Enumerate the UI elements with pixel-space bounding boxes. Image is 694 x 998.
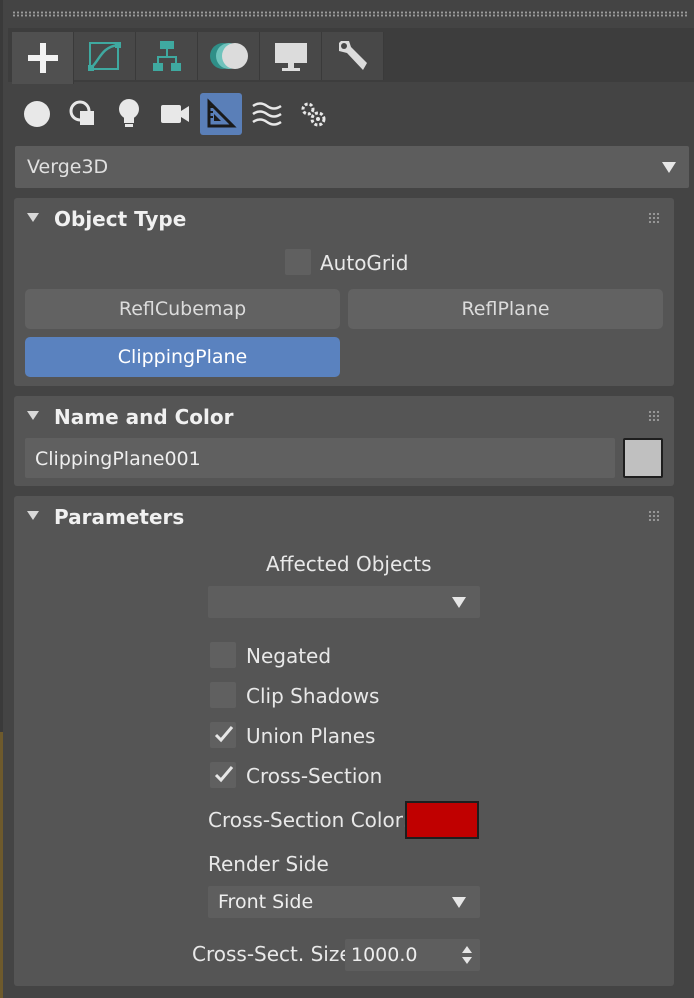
helpers-ruler-icon [207,98,237,128]
reflplane-button[interactable]: ReflPlane [348,289,663,329]
motion-icon [209,43,248,69]
viewport-edge [0,0,3,998]
cross-section-label: Cross-Section [246,764,383,788]
checkmark-icon [214,726,234,743]
negated-checkbox[interactable] [210,642,236,668]
tab-display[interactable] [260,32,322,80]
category-dropdown[interactable]: Verge3D [15,146,689,188]
category-dropdown-value: Verge3D [27,156,109,178]
space-warps-icon [252,102,282,126]
category-lights[interactable] [108,93,150,135]
union-planes-label: Union Planes [246,724,376,748]
cross-section-checkbox[interactable] [210,762,236,788]
affected-objects-label: Affected Objects [266,552,432,576]
category-helpers[interactable] [200,93,242,135]
category-space-warps[interactable] [246,93,288,135]
category-systems[interactable] [292,93,334,135]
chevron-down-icon [452,597,466,608]
category-geometry[interactable] [16,93,58,135]
curve-modify-icon [87,42,121,71]
autogrid-checkbox[interactable] [285,249,311,275]
chevron-down-icon [452,897,466,908]
reflcubemap-button[interactable]: ReflCubemap [25,289,340,329]
tab-hierarchy[interactable] [136,32,198,80]
sphere-icon [24,101,50,127]
drag-grip-icon[interactable] [648,212,660,224]
cross-section-color-label: Cross-Section Color: [208,808,410,832]
clip-shadows-label: Clip Shadows [246,684,380,708]
drag-grip-icon[interactable] [648,410,660,422]
affected-objects-dropdown[interactable] [208,586,480,618]
rollout-title: Parameters [54,505,185,529]
plus-icon [27,43,58,73]
tab-utilities[interactable] [322,32,384,80]
rollout-parameters: Parameters Affected Objects Negated Clip… [14,496,674,986]
clippingplane-button[interactable]: ClippingPlane [25,337,340,377]
union-planes-checkbox[interactable] [210,722,236,748]
rollout-title: Object Type [54,207,187,231]
autogrid-label: AutoGrid [320,251,409,275]
camera-icon [161,105,189,123]
tab-motion[interactable] [198,32,260,80]
collapse-triangle-icon [27,511,39,520]
category-shapes[interactable] [62,93,104,135]
lightbulb-icon [119,99,139,127]
clip-shadows-checkbox[interactable] [210,682,236,708]
panel-drag-handle[interactable] [12,11,688,17]
chevron-down-icon [662,162,676,173]
cross-sect-size-label: Cross-Sect. Size [192,942,352,966]
rollout-name-and-color: Name and Color ClippingPlane001 [14,396,674,486]
tab-modify[interactable] [74,32,136,80]
collapse-triangle-icon [27,411,39,420]
drag-grip-icon[interactable] [648,510,660,522]
checkmark-icon [214,766,234,783]
rollout-object-type: Object Type AutoGrid ReflCubemap ReflPla… [14,198,674,386]
render-side-value: Front Side [218,891,314,913]
systems-gears-icon [301,102,326,127]
shapes-icon [69,100,94,125]
cross-sect-size-spinner[interactable]: 1000.0 [345,939,480,971]
rollout-parameters-header[interactable]: Parameters [14,496,674,536]
cross-section-color-swatch[interactable] [405,801,479,839]
rollout-object-type-header[interactable]: Object Type [14,198,674,238]
render-side-label: Render Side [208,852,329,876]
object-name-field[interactable]: ClippingPlane001 [25,438,615,478]
category-cameras[interactable] [154,93,196,135]
wrench-icon [338,41,367,70]
monitor-icon [274,43,307,71]
object-color-swatch[interactable] [623,438,663,478]
hierarchy-icon [152,41,181,71]
render-side-dropdown[interactable]: Front Side [208,886,480,918]
rollout-title: Name and Color [54,405,234,429]
tab-create[interactable] [12,32,74,84]
cross-sect-size-value: 1000.0 [351,944,418,966]
rollout-name-and-color-header[interactable]: Name and Color [14,396,674,436]
object-name-value: ClippingPlane001 [35,448,201,470]
spinner-arrows-icon[interactable] [461,944,473,966]
collapse-triangle-icon [27,213,39,222]
negated-label: Negated [246,644,332,668]
